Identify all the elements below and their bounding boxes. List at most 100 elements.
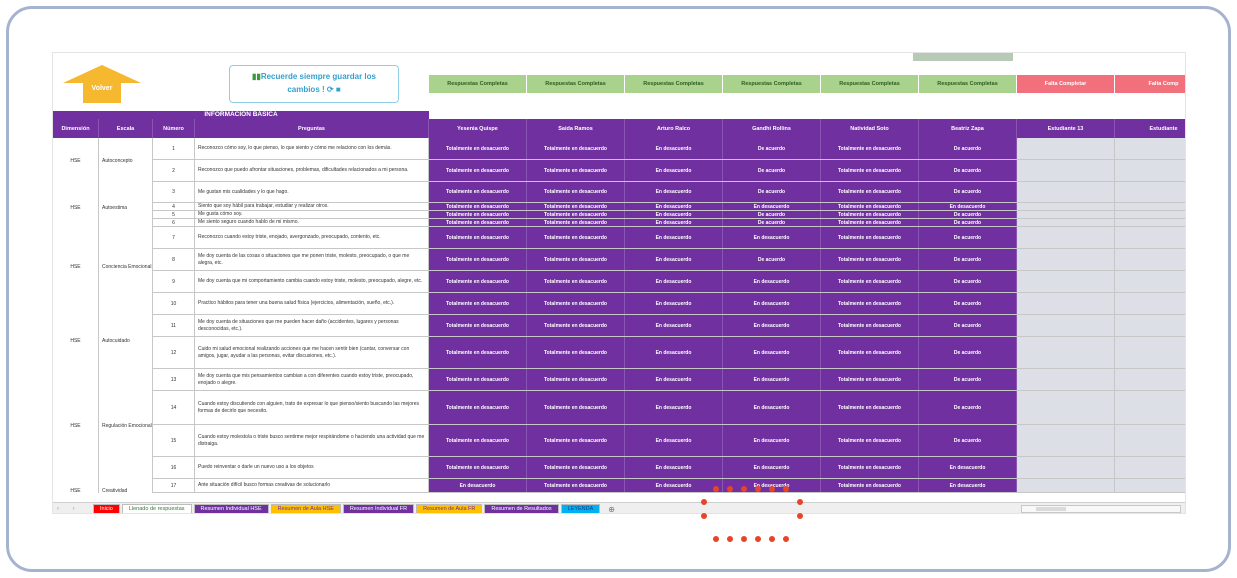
answer-cell[interactable]: De acuerdo	[723, 249, 821, 270]
answer-cell[interactable]: Totalmente en desacuerdo	[429, 138, 527, 159]
answer-cell[interactable]: De acuerdo	[919, 293, 1017, 314]
answer-cell[interactable]: En desacuerdo	[625, 219, 723, 226]
answer-cell[interactable]: Totalmente en desacuerdo	[527, 182, 625, 202]
empty-answer-cell[interactable]	[1017, 391, 1115, 424]
answer-cell[interactable]: En desacuerdo	[429, 479, 527, 492]
answer-cell[interactable]: Totalmente en desacuerdo	[821, 369, 919, 390]
scrollbar-thumb[interactable]	[1036, 507, 1066, 511]
empty-answer-cell[interactable]	[1017, 138, 1115, 159]
answer-cell[interactable]: Totalmente en desacuerdo	[429, 182, 527, 202]
empty-answer-cell[interactable]	[1017, 293, 1115, 314]
answer-cell[interactable]: Totalmente en desacuerdo	[429, 337, 527, 368]
answer-cell[interactable]: Totalmente en desacuerdo	[527, 271, 625, 292]
answer-cell[interactable]: Totalmente en desacuerdo	[527, 293, 625, 314]
answer-cell[interactable]: Totalmente en desacuerdo	[821, 227, 919, 248]
answer-cell[interactable]: De acuerdo	[919, 211, 1017, 218]
empty-answer-cell[interactable]	[1017, 211, 1115, 218]
empty-answer-cell[interactable]	[1115, 315, 1185, 336]
sheet-tab[interactable]: Resumen de Aula HSE	[270, 503, 341, 513]
answer-cell[interactable]: De acuerdo	[919, 138, 1017, 159]
empty-answer-cell[interactable]	[1017, 203, 1115, 210]
answer-cell[interactable]: Totalmente en desacuerdo	[821, 425, 919, 456]
back-button[interactable]: Volver	[63, 65, 141, 103]
answer-cell[interactable]: En desacuerdo	[625, 138, 723, 159]
answer-cell[interactable]: Totalmente en desacuerdo	[429, 457, 527, 478]
answer-cell[interactable]: En desacuerdo	[625, 182, 723, 202]
empty-answer-cell[interactable]	[1017, 160, 1115, 181]
answer-cell[interactable]: Totalmente en desacuerdo	[821, 479, 919, 492]
answer-cell[interactable]: Totalmente en desacuerdo	[527, 479, 625, 492]
answer-cell[interactable]: Totalmente en desacuerdo	[527, 249, 625, 270]
answer-cell[interactable]: En desacuerdo	[625, 160, 723, 181]
answer-cell[interactable]: Totalmente en desacuerdo	[821, 160, 919, 181]
answer-cell[interactable]: Totalmente en desacuerdo	[429, 249, 527, 270]
answer-cell[interactable]: En desacuerdo	[625, 425, 723, 456]
answer-cell[interactable]: Totalmente en desacuerdo	[821, 249, 919, 270]
answer-cell[interactable]: En desacuerdo	[723, 369, 821, 390]
tab-scroll-arrows[interactable]: ‹ ›	[53, 506, 93, 512]
answer-cell[interactable]: En desacuerdo	[723, 425, 821, 456]
sheet-tab[interactable]: LEYENDA	[560, 503, 601, 513]
answer-cell[interactable]: Totalmente en desacuerdo	[429, 293, 527, 314]
answer-cell[interactable]: Totalmente en desacuerdo	[527, 369, 625, 390]
answer-cell[interactable]: En desacuerdo	[919, 479, 1017, 492]
answer-cell[interactable]: Totalmente en desacuerdo	[821, 203, 919, 210]
empty-answer-cell[interactable]	[1115, 293, 1185, 314]
empty-answer-cell[interactable]	[1017, 479, 1115, 492]
answer-cell[interactable]: Totalmente en desacuerdo	[429, 315, 527, 336]
answer-cell[interactable]: En desacuerdo	[625, 315, 723, 336]
answer-cell[interactable]: Totalmente en desacuerdo	[821, 138, 919, 159]
answer-cell[interactable]: De acuerdo	[723, 182, 821, 202]
answer-cell[interactable]: De acuerdo	[919, 391, 1017, 424]
sheet-tab[interactable]: Resumen de Aula FR	[416, 503, 483, 513]
answer-cell[interactable]: En desacuerdo	[723, 293, 821, 314]
empty-answer-cell[interactable]	[1115, 479, 1185, 492]
answer-cell[interactable]: Totalmente en desacuerdo	[821, 211, 919, 218]
answer-cell[interactable]: Totalmente en desacuerdo	[821, 182, 919, 202]
empty-answer-cell[interactable]	[1017, 182, 1115, 202]
answer-cell[interactable]: Totalmente en desacuerdo	[429, 227, 527, 248]
answer-cell[interactable]: En desacuerdo	[723, 457, 821, 478]
answer-cell[interactable]: Totalmente en desacuerdo	[527, 160, 625, 181]
answer-cell[interactable]: En desacuerdo	[625, 337, 723, 368]
answer-cell[interactable]: Totalmente en desacuerdo	[527, 138, 625, 159]
answer-cell[interactable]: Totalmente en desacuerdo	[821, 391, 919, 424]
answer-cell[interactable]: Totalmente en desacuerdo	[821, 293, 919, 314]
answer-cell[interactable]: Totalmente en desacuerdo	[821, 271, 919, 292]
sheet-tab[interactable]: Inicio	[93, 503, 120, 513]
answer-cell[interactable]: De acuerdo	[919, 337, 1017, 368]
answer-cell[interactable]: Totalmente en desacuerdo	[429, 219, 527, 226]
empty-answer-cell[interactable]	[1115, 391, 1185, 424]
answer-cell[interactable]: Totalmente en desacuerdo	[527, 391, 625, 424]
answer-cell[interactable]: En desacuerdo	[625, 203, 723, 210]
empty-answer-cell[interactable]	[1115, 249, 1185, 270]
add-sheet-icon[interactable]: ⊕	[608, 505, 615, 514]
answer-cell[interactable]: Totalmente en desacuerdo	[429, 425, 527, 456]
answer-cell[interactable]: De acuerdo	[919, 182, 1017, 202]
answer-cell[interactable]: Totalmente en desacuerdo	[527, 219, 625, 226]
answer-cell[interactable]: En desacuerdo	[723, 271, 821, 292]
empty-answer-cell[interactable]	[1115, 160, 1185, 181]
sheet-tab[interactable]: Llenado de respuestas	[121, 503, 192, 513]
answer-cell[interactable]: Totalmente en desacuerdo	[821, 457, 919, 478]
answer-cell[interactable]: Totalmente en desacuerdo	[429, 391, 527, 424]
empty-answer-cell[interactable]	[1115, 271, 1185, 292]
answer-cell[interactable]: De acuerdo	[723, 160, 821, 181]
answer-cell[interactable]: De acuerdo	[919, 369, 1017, 390]
empty-answer-cell[interactable]	[1017, 457, 1115, 478]
answer-cell[interactable]: En desacuerdo	[625, 211, 723, 218]
empty-answer-cell[interactable]	[1017, 219, 1115, 226]
empty-answer-cell[interactable]	[1115, 369, 1185, 390]
empty-answer-cell[interactable]	[1115, 203, 1185, 210]
answer-cell[interactable]: De acuerdo	[919, 249, 1017, 270]
empty-answer-cell[interactable]	[1017, 369, 1115, 390]
answer-cell[interactable]: Totalmente en desacuerdo	[527, 203, 625, 210]
answer-cell[interactable]: En desacuerdo	[625, 249, 723, 270]
answer-cell[interactable]: Totalmente en desacuerdo	[821, 219, 919, 226]
empty-answer-cell[interactable]	[1017, 227, 1115, 248]
empty-answer-cell[interactable]	[1115, 425, 1185, 456]
answer-cell[interactable]: Totalmente en desacuerdo	[527, 227, 625, 248]
sheet-tab[interactable]: Resumen Individual FR	[342, 503, 415, 513]
answer-cell[interactable]: Totalmente en desacuerdo	[527, 211, 625, 218]
empty-answer-cell[interactable]	[1115, 227, 1185, 248]
